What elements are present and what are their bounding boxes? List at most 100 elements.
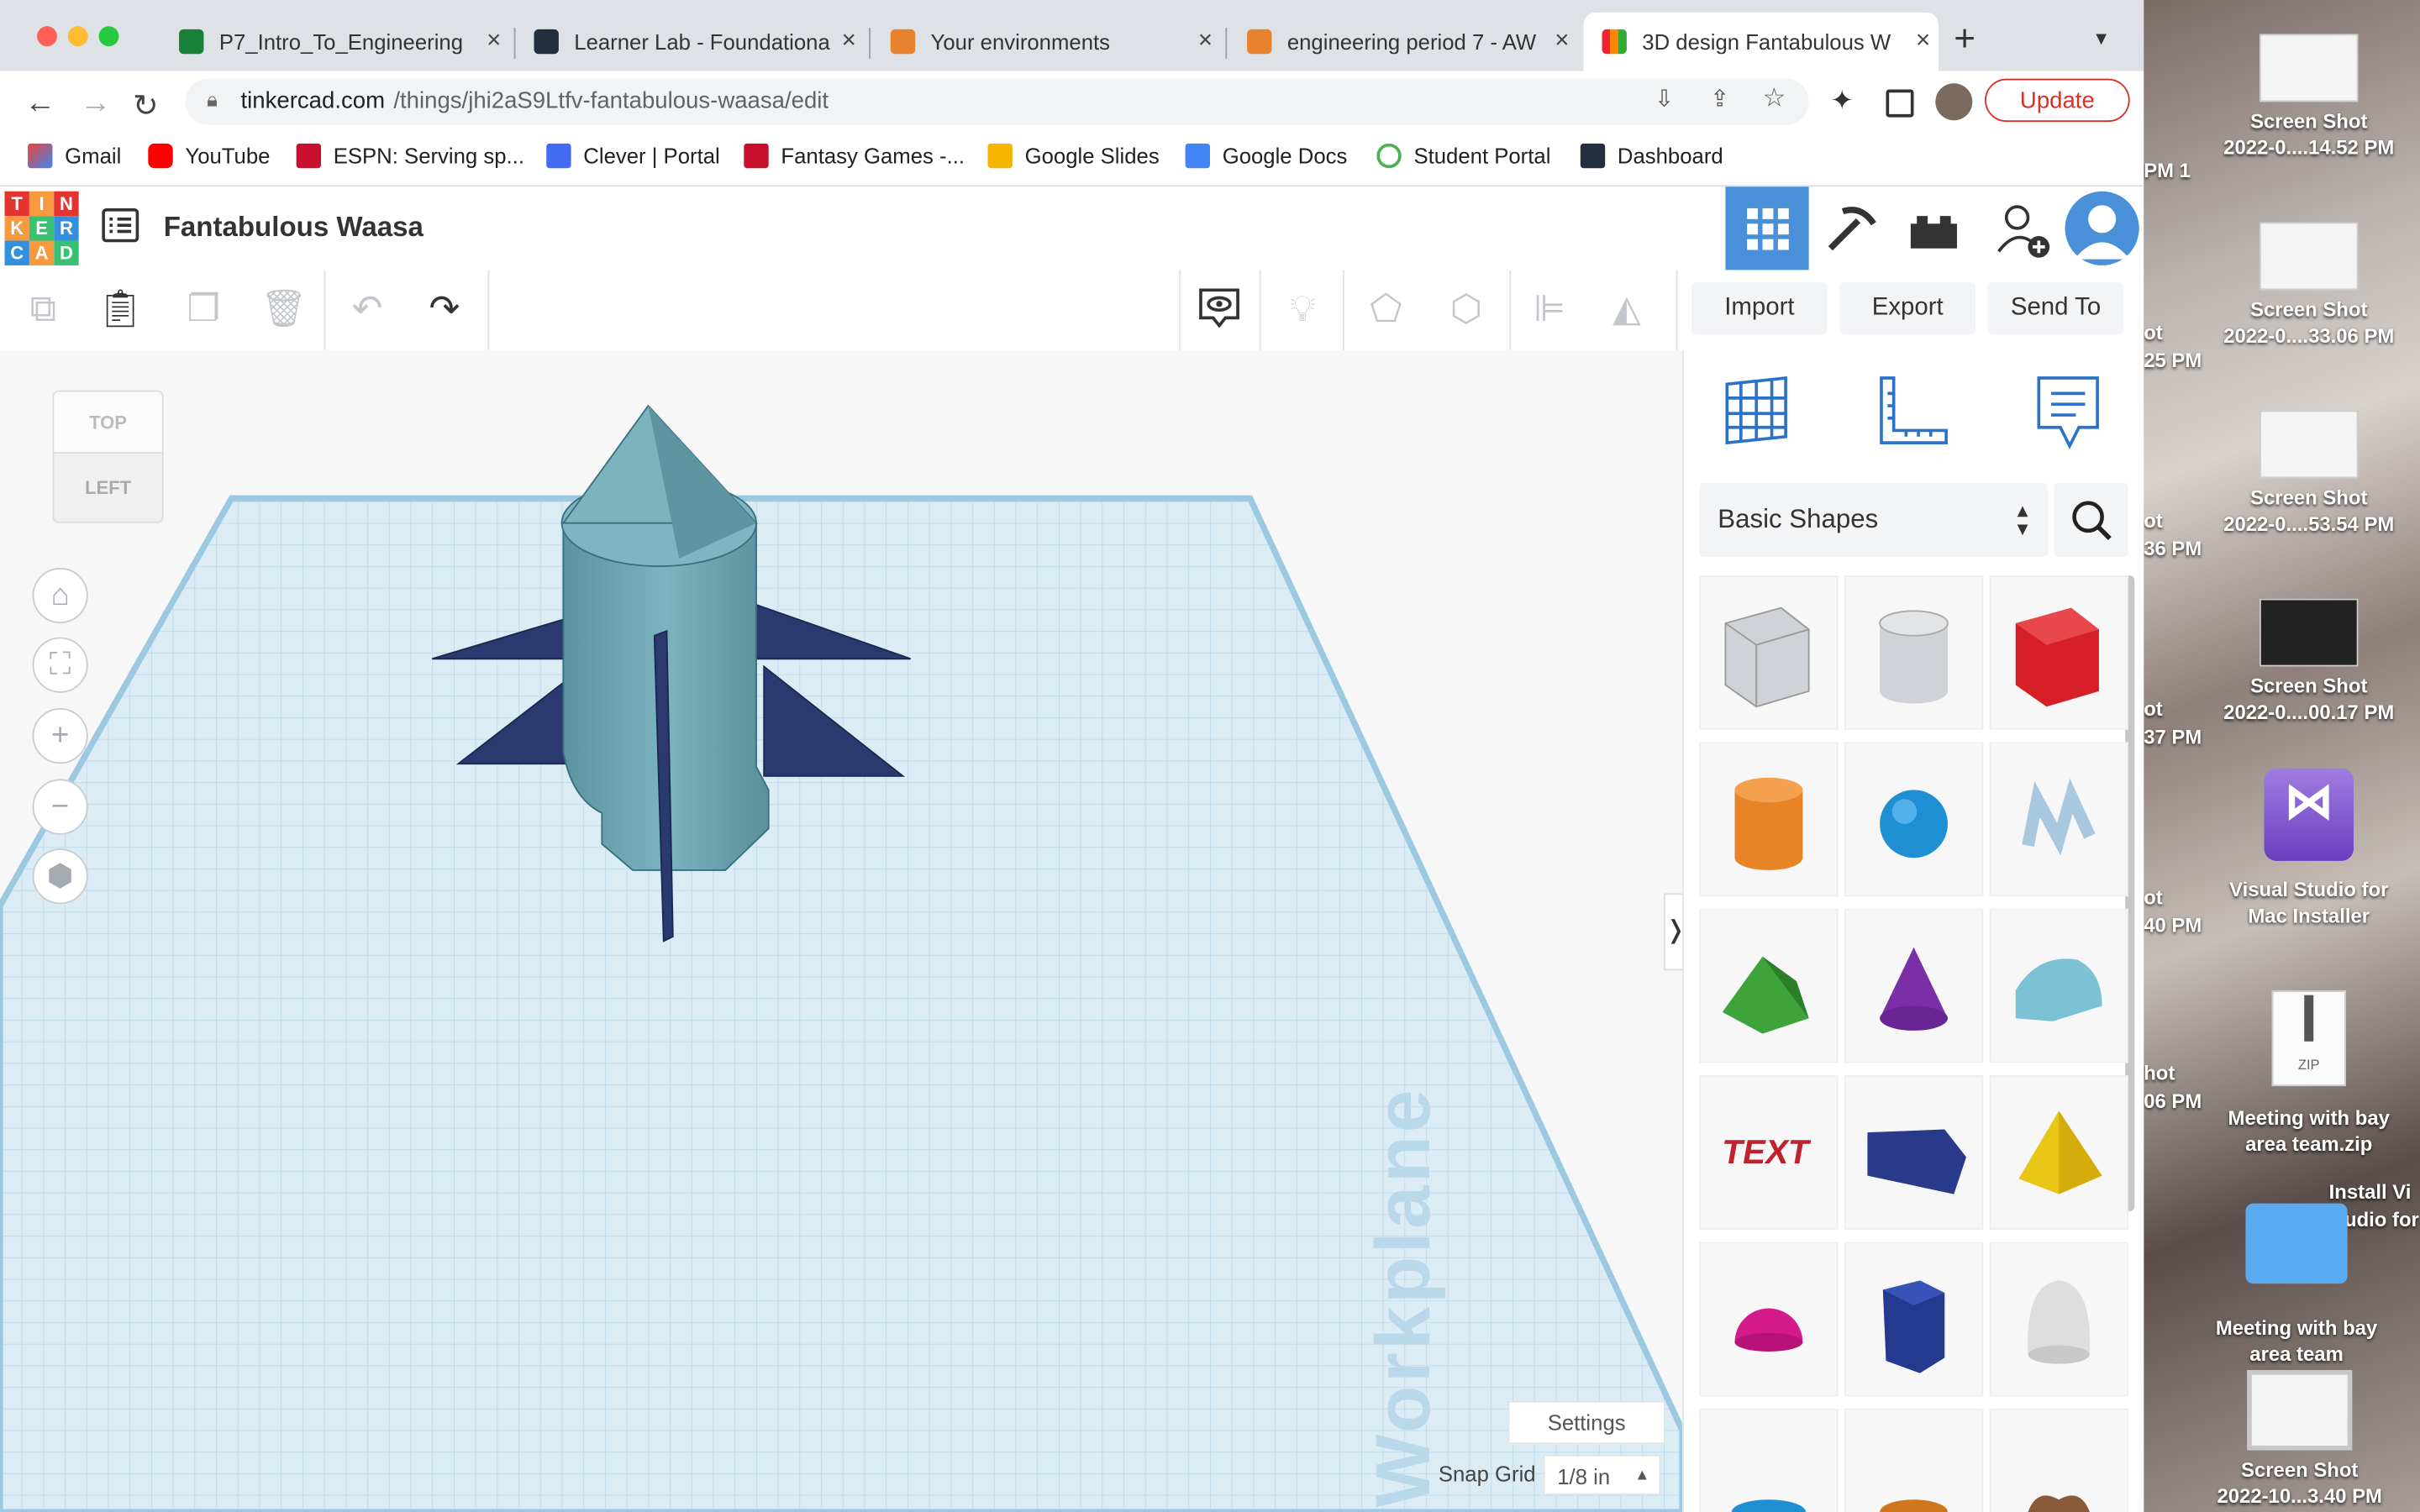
tab-3d-design[interactable]: 3D design Fantabulous W × [1583,12,1939,71]
home-view-icon[interactable]: ⌂ [32,567,88,624]
close-icon[interactable]: × [834,28,865,55]
paste-icon[interactable]: 📋︎ [96,286,145,335]
install-icon[interactable]: ⇩ [1655,85,1674,113]
group-icon[interactable]: ⬠ [1361,286,1411,335]
design-list-icon[interactable] [102,207,139,243]
import-button[interactable]: Import [1691,282,1828,335]
settings-button[interactable]: Settings [1507,1400,1665,1445]
desktop-icon-screenshot[interactable]: Screen Shot 2022-0....14.52 PM [2208,34,2409,160]
sidebar-icon[interactable] [1886,89,1914,118]
ungroup-icon[interactable]: ⬡ [1442,286,1491,335]
url-field[interactable]: 🔒︎ tinkercad.com /things/jhi2aS9Ltfv-fan… [185,78,1809,125]
ruler-tool-icon[interactable] [1876,372,1949,446]
close-icon[interactable]: × [1907,28,1939,55]
desktop-icon-screenshot[interactable]: Screen Shot 2022-10...3.40 PM [2199,1370,2400,1509]
shape-cylinder[interactable] [1699,742,1839,897]
desktop-icon-zip[interactable]: ZIP Meeting with bay area team.zip [2208,990,2409,1157]
share-icon[interactable]: ⇪ [1710,85,1729,113]
shape-sphere[interactable] [1844,742,1984,897]
show-all-icon[interactable] [1195,286,1244,335]
bookmark-google-slides[interactable]: Google Slides [987,143,1160,169]
bookmark-student-portal[interactable]: Student Portal [1376,143,1550,169]
update-button[interactable]: Update [1985,78,2130,123]
view-cube-top[interactable]: TOP [52,390,164,455]
workplane-viewport[interactable]: Workplane TOP LEFT ⌂ ⛶ + − ⬢ Settings Sn… [0,349,1683,1512]
shape-scribble[interactable] [1989,742,2128,897]
view-cube-left[interactable]: LEFT [52,452,164,523]
bookmark-clever[interactable]: Clever | Portal [546,143,720,169]
shape-partial[interactable] [1844,1408,1984,1512]
desktop-icon-screenshot[interactable]: Screen Shot 2022-0....33.06 PM [2208,222,2409,349]
redo-icon[interactable]: ↷ [420,286,470,335]
bookmark-google-docs[interactable]: Google Docs [1185,143,1347,169]
shape-cone[interactable] [1844,908,1984,1063]
view-cube[interactable]: TOP LEFT [52,390,164,523]
bookmark-youtube[interactable]: YouTube [148,143,270,169]
bricks-button[interactable] [1902,205,1970,257]
shape-round-roof[interactable] [1989,908,2128,1063]
star-icon[interactable]: ☆ [1763,83,1786,114]
search-button[interactable] [2054,482,2128,558]
tinkercad-logo[interactable]: T I N K E R C A D [4,191,79,265]
shape-pyramid[interactable] [1989,1075,2128,1230]
shape-roof[interactable] [1699,908,1839,1063]
bookmark-dashboard[interactable]: Dashboard [1580,143,1723,169]
close-window-button[interactable] [37,26,57,47]
workplane-tool-icon[interactable] [1721,372,1795,446]
snap-grid-select[interactable]: 1/8 in ▲ [1543,1455,1661,1495]
zoom-out-icon[interactable]: − [32,779,88,835]
tab-learner-lab[interactable]: Learner Lab - Foundationa × [515,13,864,71]
new-tab-button[interactable]: + [1954,18,1975,61]
undo-icon[interactable]: ↶ [343,286,392,335]
3d-view-button[interactable] [1725,186,1809,270]
shape-wedge[interactable] [1844,1075,1984,1230]
shape-partial[interactable] [1699,1408,1839,1512]
shape-cylinder-hole[interactable] [1844,575,1984,730]
desktop-icon-visual-studio-installer[interactable]: Visual Studio for Mac Installer [2208,768,2409,929]
duplicate-icon[interactable]: ❐ [179,286,229,335]
trash-icon[interactable]: 🗑︎ [260,286,309,335]
close-icon[interactable]: × [478,28,509,55]
shape-paraboloid[interactable] [1989,1242,2128,1397]
tab-engineering-period-7[interactable]: engineering period 7 - AW × [1228,13,1577,71]
avatar[interactable] [2065,191,2139,265]
close-icon[interactable]: × [1190,28,1221,55]
forward-arrow-icon[interactable]: → [81,87,112,122]
minimize-window-button[interactable] [67,26,88,47]
shape-library-select[interactable]: Basic Shapes ▴ ▾ [1699,482,2049,558]
align-icon[interactable]: ⊫ [1525,286,1575,335]
shape-half-sphere[interactable] [1699,1242,1839,1397]
desktop-icon-screenshot[interactable]: Screen Shot 2022-0....53.54 PM [2208,410,2409,538]
design-title[interactable]: Fantabulous Waasa [164,212,424,244]
send-to-button[interactable]: Send To [1987,282,2124,335]
copy-icon[interactable]: ⧉ [18,286,68,335]
bookmark-espn[interactable]: ESPN: Serving sp... [296,143,524,169]
invite-user-button[interactable] [1991,199,2052,260]
zoom-in-icon[interactable]: + [32,708,88,764]
collapse-panel-button[interactable]: ❭ [1663,893,1683,971]
notes-tool-icon[interactable] [2033,372,2107,453]
shape-box[interactable] [1989,575,2128,730]
shape-box-hole[interactable] [1699,575,1839,730]
fit-view-icon[interactable]: ⛶ [32,637,88,693]
mirror-icon[interactable]: ◭ [1602,286,1652,335]
bookmark-gmail[interactable]: Gmail [28,143,121,169]
lightbulb-icon[interactable]: 💡︎ [1278,286,1328,335]
shape-partial[interactable] [1989,1408,2128,1512]
avatar[interactable] [1935,83,1973,121]
codeblocks-button[interactable] [1815,199,1883,260]
export-button[interactable]: Export [1839,282,1976,335]
chevron-down-icon[interactable]: ▾ [2096,24,2107,50]
desktop-icon-folder[interactable]: Meeting with bay area team [2196,1203,2397,1368]
shape-text[interactable]: TEXT [1699,1075,1839,1230]
tab-your-environments[interactable]: Your environments × [872,13,1221,71]
desktop-icon-screenshot[interactable]: Screen Shot 2022-0....00.17 PM [2208,598,2409,726]
bookmark-fantasy-games[interactable]: Fantasy Games -... [744,143,965,169]
extensions-icon[interactable]: ✦ [1830,85,1854,118]
perspective-icon[interactable]: ⬢ [32,848,88,905]
back-arrow-icon[interactable]: ← [24,87,55,122]
reload-icon[interactable]: ↻ [133,87,159,125]
zoom-window-button[interactable] [98,26,119,47]
tab-p7-intro[interactable]: P7_Intro_To_Engineering × [160,13,509,71]
shape-polygon[interactable] [1844,1242,1984,1397]
